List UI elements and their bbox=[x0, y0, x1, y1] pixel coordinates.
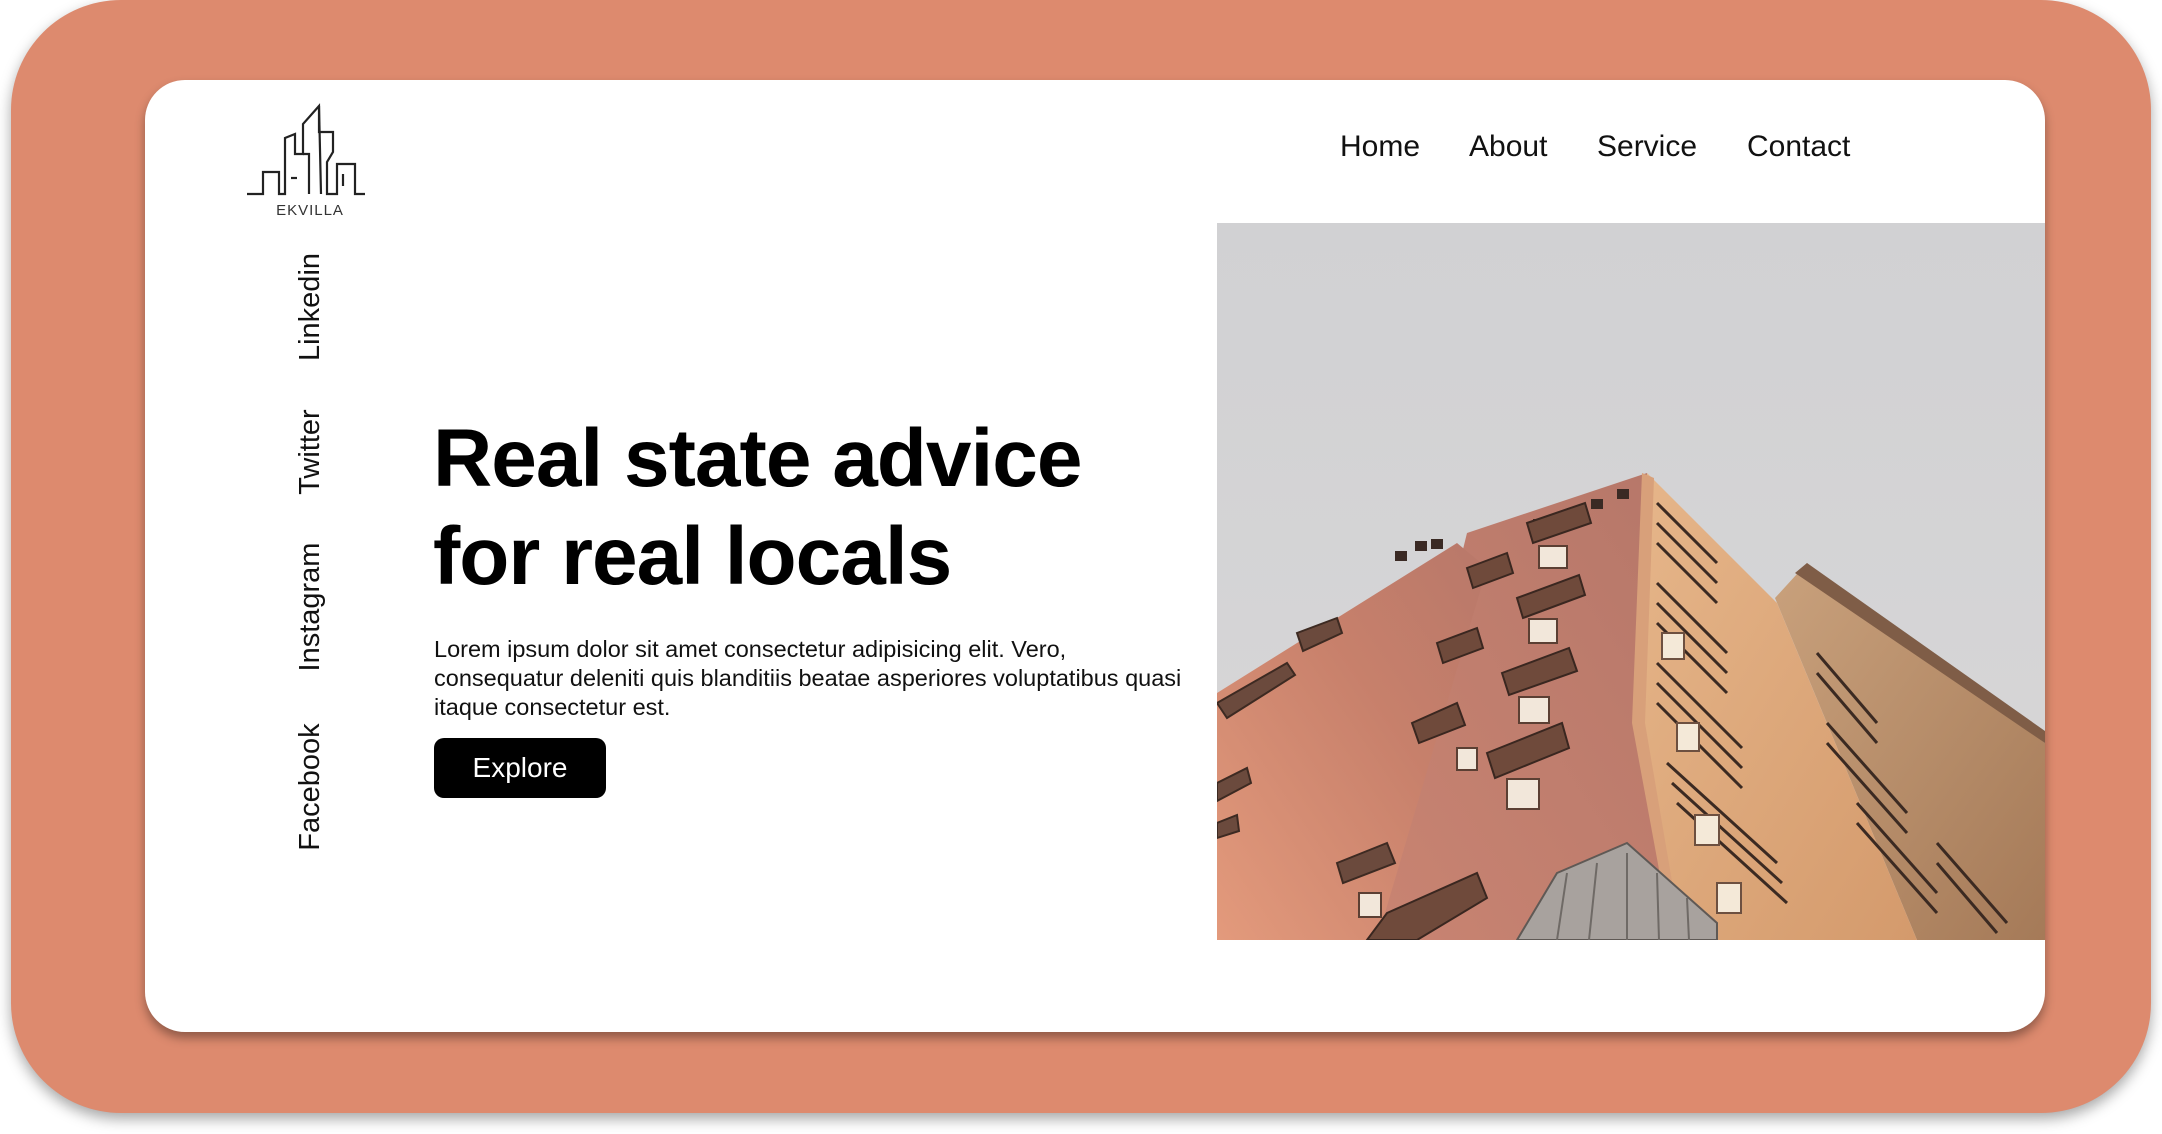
hero-title: Real state advice for real locals bbox=[433, 410, 1233, 606]
social-facebook-link[interactable]: Facebook bbox=[294, 692, 326, 882]
brand-name: EKVILLA bbox=[276, 202, 344, 219]
social-linkedin-link[interactable]: Linkedin bbox=[294, 232, 326, 382]
nav-home-link[interactable]: Home bbox=[1340, 122, 1420, 172]
landing-card: EKVILLA Home About Service Contact Linke… bbox=[145, 80, 2045, 1032]
nav-service-link[interactable]: Service bbox=[1597, 122, 1697, 172]
hero-building-image bbox=[1217, 223, 2045, 940]
hero-title-line2: for real locals bbox=[433, 511, 952, 602]
hero-title-line1: Real state advice bbox=[433, 413, 1082, 504]
top-nav: Home About Service Contact bbox=[145, 122, 2045, 172]
building-photo bbox=[1217, 223, 2045, 940]
nav-about-link[interactable]: About bbox=[1469, 122, 1547, 172]
nav-contact-link[interactable]: Contact bbox=[1747, 122, 1850, 172]
explore-button[interactable]: Explore bbox=[434, 738, 606, 798]
social-instagram-link[interactable]: Instagram bbox=[294, 512, 326, 702]
social-twitter-link[interactable]: Twitter bbox=[294, 377, 326, 527]
hero-description: Lorem ipsum dolor sit amet consectetur a… bbox=[434, 636, 1182, 720]
page-frame: EKVILLA Home About Service Contact Linke… bbox=[11, 0, 2151, 1113]
